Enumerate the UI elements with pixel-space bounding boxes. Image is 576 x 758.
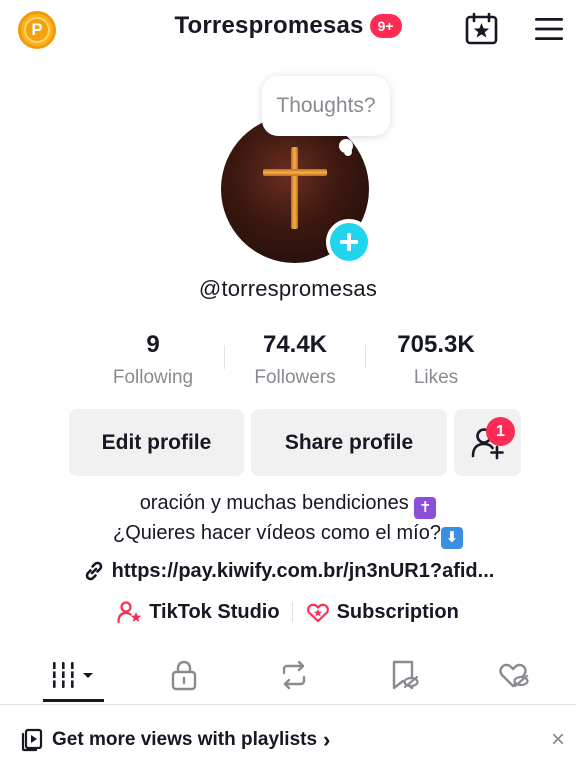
profile-handle: @torrespromesas	[198, 276, 378, 301]
add-story-button[interactable]	[326, 219, 372, 265]
grid-tab-icon	[50, 662, 93, 688]
bio-line-text: ¿Quieres hacer vídeos como el mío?	[113, 522, 441, 544]
add-friends-button[interactable]	[454, 409, 521, 476]
top-bar: P Torrespromesas 9+	[0, 0, 576, 60]
stat-divider	[224, 345, 225, 369]
heart-hidden-icon	[498, 663, 529, 688]
chevron-right-icon: ›	[323, 727, 331, 752]
bio: oración y muchas bendiciones ✝ ¿Quieres …	[0, 489, 576, 549]
page-title: Torrespromesas	[174, 12, 364, 39]
bio-link[interactable]: https://pay.kiwify.com.br/jn3nUR1?afid..…	[0, 559, 576, 583]
stat-divider	[365, 345, 366, 369]
down-arrow-emoji: ⬇	[440, 527, 463, 549]
link-url: https://pay.kiwify.com.br/jn3nUR1?afid..…	[111, 559, 495, 582]
stat-label: Likes	[413, 367, 459, 388]
tiktok-studio-label: TikTok Studio	[149, 600, 280, 623]
tab-favorites[interactable]	[346, 645, 461, 705]
latin-cross-emoji: ✝	[414, 497, 437, 519]
plus-icon	[340, 233, 358, 251]
stat-following[interactable]: 9 Following	[83, 330, 223, 393]
subscription-heart-icon	[306, 603, 329, 623]
stat-label: Following	[112, 367, 194, 388]
tiktok-studio-link[interactable]: TikTok Studio	[117, 600, 280, 624]
active-tab-indicator	[43, 699, 104, 702]
bio-line: oración y muchas bendiciones ✝	[0, 489, 576, 519]
bookmark-hidden-icon	[392, 660, 419, 690]
banner-text: Get more views with playlists	[52, 729, 318, 750]
menu-icon[interactable]	[534, 16, 564, 42]
close-icon[interactable]: ×	[548, 728, 568, 752]
stat-value: 705.3K	[397, 331, 475, 358]
repost-icon	[282, 660, 305, 690]
stats-row: 9 Following 74.4K Followers 705.3K Likes	[0, 330, 576, 390]
thoughts-placeholder: Thoughts?	[276, 94, 376, 117]
notification-badge: 9+	[369, 14, 402, 38]
thoughts-bubble[interactable]: Thoughts?	[262, 76, 390, 136]
playlist-icon	[21, 728, 43, 752]
stat-likes[interactable]: 705.3K Likes	[366, 330, 506, 393]
tab-private[interactable]	[126, 645, 241, 705]
share-profile-button[interactable]: Share profile	[251, 409, 447, 476]
stat-followers[interactable]: 74.4K Followers	[225, 330, 365, 393]
tab-liked[interactable]	[456, 645, 571, 705]
tab-reposts[interactable]	[236, 645, 351, 705]
cross-image-bar	[263, 169, 327, 176]
subscription-link[interactable]: Subscription	[305, 600, 459, 624]
bio-line-text: oración y muchas bendiciones	[139, 492, 409, 514]
creator-tools: TikTok Studio Subscription	[0, 600, 576, 624]
stat-value: 74.4K	[262, 331, 328, 358]
lock-icon	[171, 660, 196, 691]
edit-profile-button[interactable]: Edit profile	[69, 409, 244, 476]
stat-label: Followers	[254, 367, 336, 388]
tab-videos[interactable]	[16, 645, 131, 705]
link-icon	[85, 561, 102, 581]
calendar-star-icon[interactable]	[465, 12, 498, 45]
studio-person-star-icon	[117, 601, 142, 624]
content-tabs	[0, 645, 576, 705]
stat-value: 9	[146, 331, 160, 358]
cross-image	[291, 147, 298, 229]
bio-line: ¿Quieres hacer vídeos como el mío? ⬇	[0, 519, 576, 549]
bubble-tail-small	[344, 148, 352, 156]
friend-request-badge: 1	[486, 417, 515, 446]
subscription-label: Subscription	[336, 600, 459, 623]
playlist-banner[interactable]: Get more views with playlists › ×	[0, 722, 576, 758]
tools-divider	[291, 602, 293, 622]
